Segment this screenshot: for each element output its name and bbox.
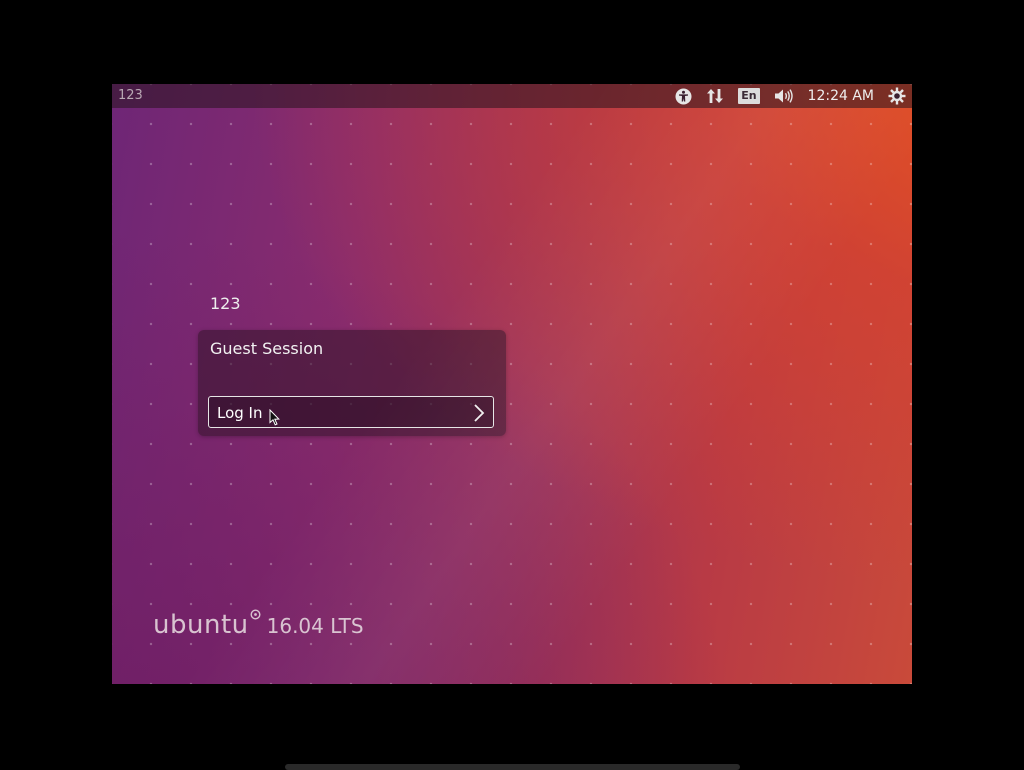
ubuntu-wordmark: ubuntu bbox=[153, 610, 249, 640]
hostname-label: 123 bbox=[118, 88, 143, 103]
login-button-label: Log In bbox=[217, 404, 263, 422]
accessibility-icon[interactable] bbox=[675, 84, 692, 108]
clock-label: 12:24 AM bbox=[807, 88, 874, 104]
mouse-pointer-icon bbox=[269, 408, 280, 430]
keyboard-layout-indicator[interactable]: En bbox=[738, 84, 760, 108]
top-panel: 123 En 12:24 AM bbox=[112, 84, 912, 108]
greeter-user-name[interactable]: 123 bbox=[210, 294, 241, 313]
desktop-background: 123 En 12:24 AM 123 Guest Session Log In… bbox=[112, 84, 912, 684]
ubuntu-version: 16.04 LTS bbox=[266, 614, 364, 638]
ubuntu-logo: ubuntu 16.04 LTS bbox=[153, 609, 364, 640]
login-button[interactable]: Log In bbox=[208, 396, 494, 428]
session-name-label: Guest Session bbox=[210, 339, 324, 358]
bottom-edge-bar bbox=[285, 764, 740, 770]
chevron-right-icon bbox=[473, 404, 485, 426]
gear-power-icon[interactable] bbox=[888, 84, 906, 108]
network-updown-icon[interactable] bbox=[706, 84, 724, 108]
circle-of-friends-icon bbox=[250, 605, 261, 624]
indicator-area: En 12:24 AM bbox=[661, 84, 906, 108]
speaker-volume-icon[interactable] bbox=[774, 84, 794, 108]
clock-indicator[interactable]: 12:24 AM bbox=[808, 84, 874, 108]
greeter-card: Guest Session Log In bbox=[198, 330, 506, 436]
keyboard-layout-label: En bbox=[738, 88, 760, 104]
